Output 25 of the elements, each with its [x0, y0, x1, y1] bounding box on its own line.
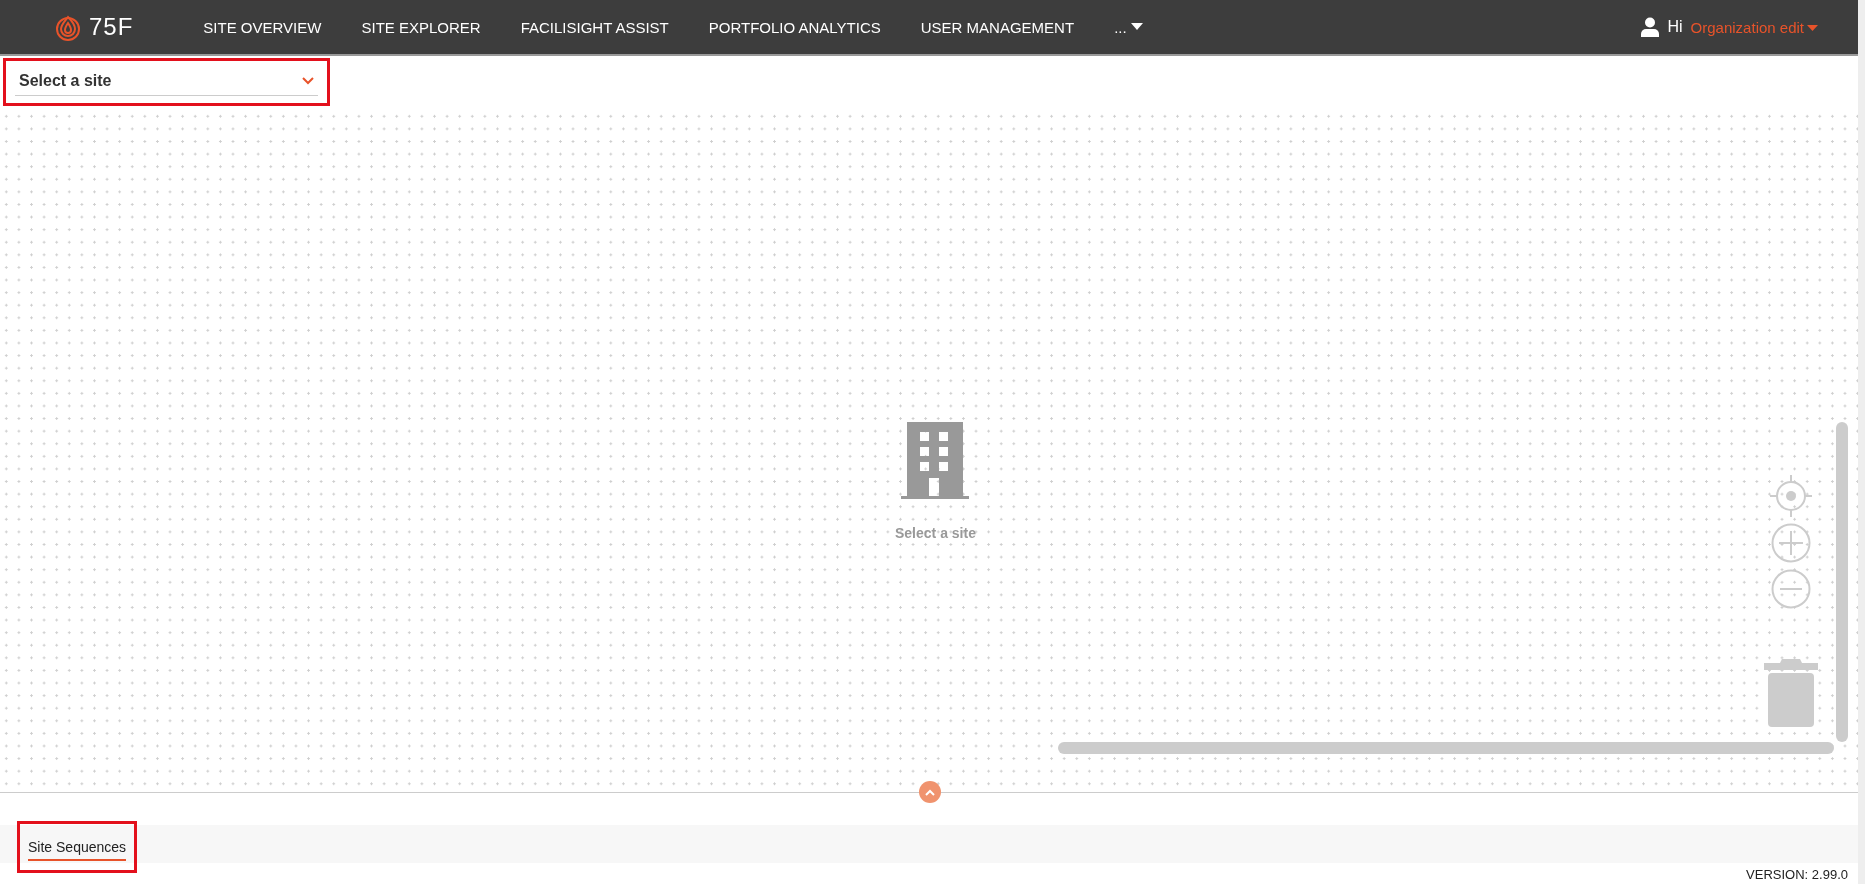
tab[interactable]: Site Sequences	[28, 833, 127, 861]
locate-icon[interactable]	[1770, 475, 1812, 517]
chevron-up-icon	[925, 788, 935, 796]
nav-link[interactable]: SITE OVERVIEW	[203, 18, 322, 36]
greeting-text: Hi	[1667, 18, 1683, 36]
scrollbar[interactable]	[1836, 422, 1848, 742]
logo-text: 75F	[89, 13, 134, 41]
zoom-in-icon[interactable]	[1771, 523, 1811, 563]
chevron-down-icon	[302, 77, 314, 85]
trash-icon[interactable]	[1764, 659, 1818, 727]
scrollbar[interactable]	[1058, 742, 1834, 754]
caret-icon	[1130, 23, 1143, 31]
caret-icon	[1807, 23, 1818, 31]
user-icon	[1641, 17, 1660, 37]
more-menu[interactable]: ...	[1114, 18, 1143, 36]
empty-message: Select a site	[895, 525, 976, 541]
building-icon	[901, 422, 970, 499]
site-select[interactable]: Select a site	[15, 69, 318, 96]
nav-link[interactable]: SITE EXPLORER	[361, 18, 481, 36]
version-text: VERSION: 2.99.0	[1746, 866, 1849, 884]
nav-link[interactable]: PORTFOLIO ANALYTICS	[708, 18, 881, 36]
nav-link[interactable]: USER MANAGEMENT	[920, 18, 1075, 36]
expand-button[interactable]	[919, 781, 941, 803]
nav-link[interactable]: FACILISIGHT ASSIST	[520, 18, 669, 36]
zoom-out-icon[interactable]	[1771, 569, 1811, 609]
